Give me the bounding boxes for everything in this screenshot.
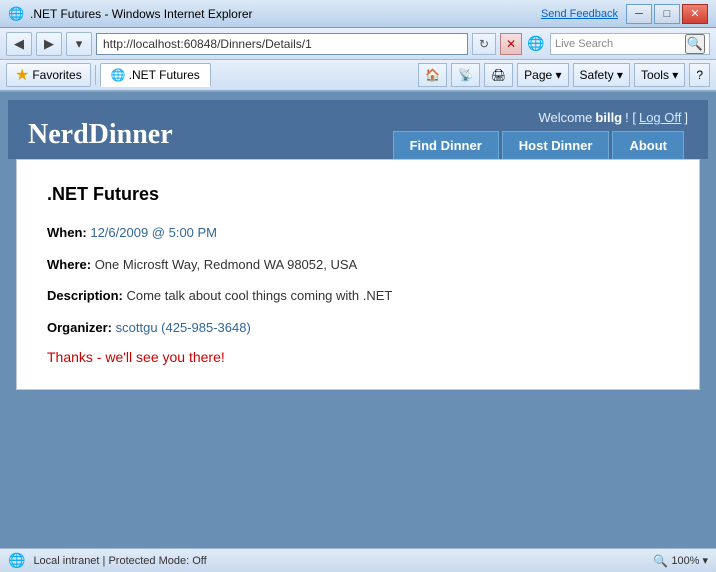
app-header: NerdDinner Welcome billg ! [ Log Off ] F… xyxy=(8,100,708,159)
toolbar-divider xyxy=(95,65,96,85)
address-input[interactable] xyxy=(96,33,468,55)
favorites-button[interactable]: ★ Favorites xyxy=(6,63,91,87)
favorites-label: Favorites xyxy=(32,68,81,82)
status-text: Local intranet | Protected Mode: Off xyxy=(33,555,645,567)
browser-content: NerdDinner Welcome billg ! [ Log Off ] F… xyxy=(0,92,716,548)
forward-button[interactable]: ▶ xyxy=(36,32,62,56)
zoom-arrow-icon: ▾ xyxy=(702,554,708,567)
safety-menu[interactable]: Safety ▾ xyxy=(573,63,630,87)
when-row: When: 12/6/2009 @ 5:00 PM xyxy=(47,223,669,243)
stop-button[interactable]: ✕ xyxy=(500,33,522,55)
zoom-area[interactable]: 🔍 100% ▾ xyxy=(653,554,708,568)
globe-icon: 🌐 xyxy=(8,552,25,569)
window-controls: ─ □ ✕ xyxy=(626,4,708,24)
welcome-area: Welcome billg ! [ Log Off ] xyxy=(538,110,688,131)
dinner-card: .NET Futures When: 12/6/2009 @ 5:00 PM W… xyxy=(16,159,700,390)
dinner-title: .NET Futures xyxy=(47,184,669,205)
when-value: 12/6/2009 @ 5:00 PM xyxy=(90,225,217,240)
close-button[interactable]: ✕ xyxy=(682,4,708,24)
ie-icon: 🌐 xyxy=(8,6,24,22)
refresh-button[interactable]: ↻ xyxy=(472,33,496,55)
live-search-box[interactable]: Live Search 🔍 xyxy=(550,33,710,55)
dropdown-button[interactable]: ▾ xyxy=(66,32,92,56)
description-label: Description: xyxy=(47,288,123,303)
logoff-suffix: ] xyxy=(684,110,688,125)
back-button[interactable]: ◀ xyxy=(6,32,32,56)
star-icon: ★ xyxy=(15,65,29,85)
status-bar: 🌐 Local intranet | Protected Mode: Off 🔍… xyxy=(0,548,716,572)
when-label: When: xyxy=(47,225,87,240)
window-title: .NET Futures - Windows Internet Explorer xyxy=(30,7,541,21)
ie-logo-icon: 🌐 xyxy=(526,34,546,54)
title-bar: 🌐 .NET Futures - Windows Internet Explor… xyxy=(0,0,716,28)
browser-tab[interactable]: 🌐 .NET Futures xyxy=(100,63,211,87)
help-button[interactable]: ? xyxy=(689,63,710,87)
restore-button[interactable]: □ xyxy=(654,4,680,24)
browser-toolbar: ★ Favorites 🌐 .NET Futures 🏠 📡 🖨 Page ▾ … xyxy=(0,60,716,92)
about-button[interactable]: About xyxy=(612,131,684,159)
page-menu[interactable]: Page ▾ xyxy=(517,63,568,87)
welcome-suffix: ! [ xyxy=(625,110,636,125)
find-dinner-button[interactable]: Find Dinner xyxy=(393,131,499,159)
zoom-icon: 🔍 xyxy=(653,554,668,568)
organizer-label: Organizer: xyxy=(47,320,112,335)
description-row: Description: Come talk about cool things… xyxy=(47,286,669,306)
host-dinner-button[interactable]: Host Dinner xyxy=(502,131,610,159)
organizer-value: scottgu (425-985-3648) xyxy=(116,320,251,335)
tools-menu[interactable]: Tools ▾ xyxy=(634,63,685,87)
print-button[interactable]: 🖨 xyxy=(484,63,513,87)
thanks-message: Thanks - we'll see you there! xyxy=(47,349,669,365)
search-button[interactable]: 🔍 xyxy=(685,34,705,54)
send-feedback-link[interactable]: Send Feedback xyxy=(541,8,618,20)
welcome-text: Welcome xyxy=(538,110,592,125)
where-value: One Microsft Way, Redmond WA 98052, USA xyxy=(95,257,358,272)
home-button[interactable]: 🏠 xyxy=(418,63,447,87)
logoff-link[interactable]: Log Off xyxy=(639,110,681,125)
app-title: NerdDinner xyxy=(28,119,173,159)
rss-button[interactable]: 📡 xyxy=(451,63,480,87)
username: billg xyxy=(595,110,622,125)
description-value: Come talk about cool things coming with … xyxy=(126,288,392,303)
where-row: Where: One Microsft Way, Redmond WA 9805… xyxy=(47,255,669,275)
address-bar: ◀ ▶ ▾ ↻ ✕ 🌐 Live Search 🔍 xyxy=(0,28,716,60)
tab-ie-icon: 🌐 xyxy=(111,68,126,82)
where-label: Where: xyxy=(47,257,91,272)
app-nav: Find Dinner Host Dinner About xyxy=(393,131,688,159)
organizer-row: Organizer: scottgu (425-985-3648) xyxy=(47,318,669,338)
live-search-label: Live Search xyxy=(555,38,681,50)
zoom-level: 100% xyxy=(671,555,699,567)
tab-label: .NET Futures xyxy=(129,68,200,82)
minimize-button[interactable]: ─ xyxy=(626,4,652,24)
